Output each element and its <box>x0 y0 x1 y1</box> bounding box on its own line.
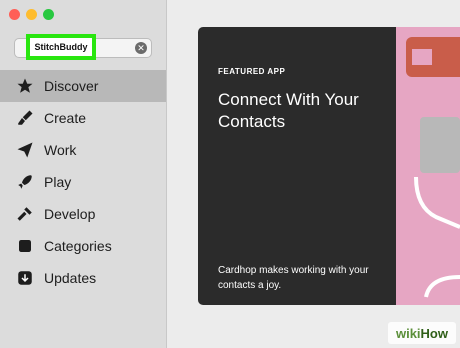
sidebar-item-play[interactable]: Play <box>0 166 166 198</box>
featured-label: FEATURED APP <box>218 67 286 76</box>
sidebar: ✕ StitchBuddy Discover Create Work Play … <box>0 0 167 348</box>
sidebar-item-label: Develop <box>44 206 96 222</box>
featured-title: Connect With Your Contacts <box>218 90 359 131</box>
featured-card[interactable]: FEATURED APP Connect With Your Contacts … <box>198 27 460 305</box>
main-content: FEATURED APP Connect With Your Contacts … <box>167 0 460 348</box>
featured-artwork <box>396 27 460 305</box>
sidebar-item-label: Categories <box>44 238 112 254</box>
sidebar-item-updates[interactable]: Updates <box>0 262 166 294</box>
featured-subtitle: Cardhop makes working with your contacts… <box>218 265 369 291</box>
sidebar-item-work[interactable]: Work <box>0 134 166 166</box>
zoom-window-button[interactable] <box>43 9 54 20</box>
stack-icon <box>14 235 36 257</box>
brush-icon <box>14 107 36 129</box>
star-icon <box>14 75 36 97</box>
sidebar-item-label: Work <box>44 142 77 158</box>
sidebar-item-label: Play <box>44 174 72 190</box>
search-input-value: StitchBuddy <box>34 42 88 52</box>
watermark-how: How <box>420 325 448 341</box>
search-input-highlight[interactable]: StitchBuddy <box>26 34 96 60</box>
hammer-icon <box>14 203 36 225</box>
sidebar-item-categories[interactable]: Categories <box>0 230 166 262</box>
wikihow-watermark: wiki How <box>387 322 456 344</box>
clear-circle-icon[interactable]: ✕ <box>135 42 147 54</box>
sidebar-item-discover[interactable]: Discover <box>0 70 166 102</box>
sidebar-item-develop[interactable]: Develop <box>0 198 166 230</box>
sidebar-item-label: Create <box>44 110 87 126</box>
rocket-icon <box>14 171 36 193</box>
sidebar-item-label: Discover <box>44 78 99 94</box>
sidebar-nav: Discover Create Work Play Develop Catego… <box>0 70 166 294</box>
paper-plane-icon <box>14 139 36 161</box>
close-window-button[interactable] <box>9 9 20 20</box>
sidebar-item-create[interactable]: Create <box>0 102 166 134</box>
minimize-window-button[interactable] <box>26 9 37 20</box>
download-icon <box>14 267 36 289</box>
window-controls <box>9 9 54 20</box>
sidebar-item-label: Updates <box>44 270 97 286</box>
watermark-wiki: wiki <box>395 325 421 341</box>
